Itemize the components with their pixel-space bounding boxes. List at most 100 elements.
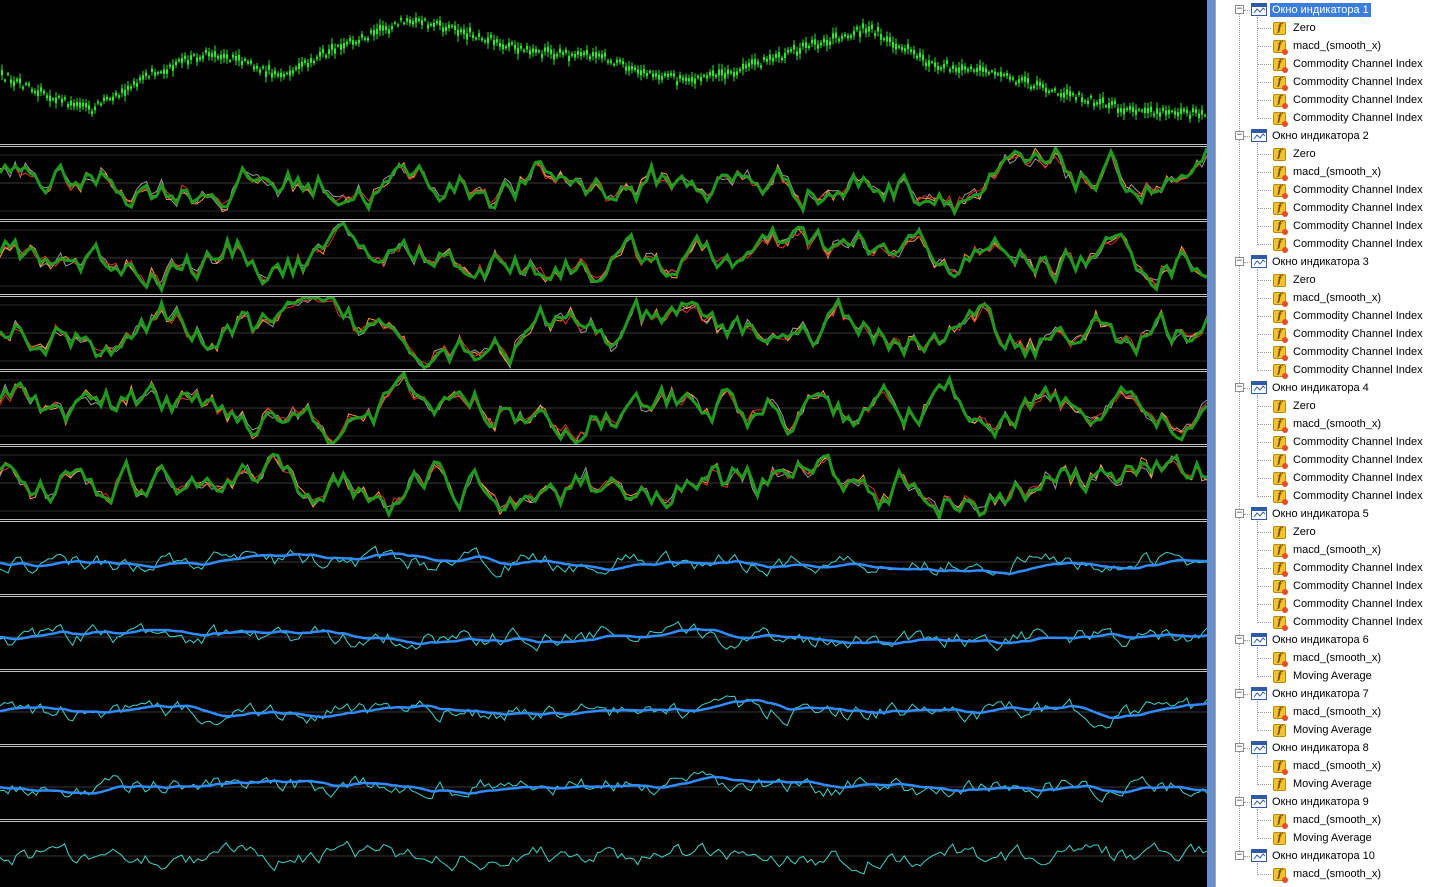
collapse-toggle[interactable]: −	[1235, 131, 1244, 140]
indicator-pane-6[interactable]	[0, 522, 1207, 594]
price-candle-body	[64, 97, 66, 100]
indicator-item-label[interactable]: Commodity Channel Index	[1291, 489, 1425, 503]
indicator-item-label[interactable]: Zero	[1291, 399, 1318, 413]
indicator-pane-4[interactable]	[0, 372, 1207, 444]
indicator-item-label[interactable]: Zero	[1291, 273, 1318, 287]
indicator-item-label[interactable]: Moving Average	[1291, 831, 1374, 845]
indicator-item-label[interactable]: macd_(smooth_x)	[1291, 165, 1383, 179]
indicator-item-label[interactable]: Zero	[1291, 147, 1318, 161]
collapse-toggle[interactable]: −	[1235, 743, 1244, 752]
price-candle-body	[847, 35, 849, 39]
indicator-pane-7[interactable]	[0, 597, 1207, 669]
indicator-window-label[interactable]: Окно индикатора 6	[1270, 633, 1371, 647]
price-candle-body	[883, 38, 885, 41]
price-candle-body	[13, 81, 15, 87]
indicator-pane-10[interactable]	[0, 822, 1207, 887]
indicator-item-label[interactable]: Commodity Channel Index	[1291, 93, 1425, 107]
indicator-function-icon: f	[1273, 760, 1288, 775]
price-candle-body	[4, 79, 6, 82]
indicator-window-label[interactable]: Окно индикатора 7	[1270, 687, 1371, 701]
price-candle-body	[1114, 100, 1116, 105]
indicator-window-icon	[1251, 381, 1267, 394]
price-candle-body	[91, 111, 93, 115]
indicator-window-label[interactable]: Окно индикатора 9	[1270, 795, 1371, 809]
indicator-pane-2[interactable]	[0, 222, 1207, 294]
indicator-item-label[interactable]: Commodity Channel Index	[1291, 615, 1425, 629]
price-candle-body	[1060, 93, 1062, 98]
price-candle-body	[1081, 97, 1083, 102]
indicator-item-label[interactable]: Zero	[1291, 21, 1318, 35]
indicator-window-icon	[1251, 3, 1267, 16]
indicator-pane-3[interactable]	[0, 297, 1207, 369]
indicator-item-label[interactable]: macd_(smooth_x)	[1291, 417, 1383, 431]
indicator-item-label[interactable]: Commodity Channel Index	[1291, 309, 1425, 323]
indicator-item-label[interactable]: macd_(smooth_x)	[1291, 39, 1383, 53]
price-candle-body	[856, 27, 858, 30]
indicator-item-label[interactable]: macd_(smooth_x)	[1291, 705, 1383, 719]
data-window-tree[interactable]: − Окно индикатора 1 f Zero f macd_(smooth_x) f…	[1215, 0, 1429, 887]
indicator-item-label[interactable]: Commodity Channel Index	[1291, 183, 1425, 197]
indicator-item-label[interactable]: Commodity Channel Index	[1291, 363, 1425, 377]
indicator-item-label[interactable]: Commodity Channel Index	[1291, 561, 1425, 575]
indicator-item-label[interactable]: macd_(smooth_x)	[1291, 759, 1383, 773]
price-candle-body	[478, 33, 480, 37]
indicator-window-label[interactable]: Окно индикатора 1	[1270, 3, 1371, 17]
collapse-toggle[interactable]: −	[1235, 851, 1244, 860]
collapse-toggle[interactable]: −	[1235, 509, 1244, 518]
indicator-window-label[interactable]: Окно индикатора 5	[1270, 507, 1371, 521]
indicator-item-label[interactable]: Moving Average	[1291, 723, 1374, 737]
indicator-item-label[interactable]: Moving Average	[1291, 669, 1374, 683]
indicator-item-label[interactable]: Commodity Channel Index	[1291, 237, 1425, 251]
tree-connector	[1244, 856, 1250, 857]
collapse-toggle[interactable]: −	[1235, 5, 1244, 14]
indicator-item-label[interactable]: Commodity Channel Index	[1291, 75, 1425, 89]
indicator-window-label[interactable]: Окно индикатора 2	[1270, 129, 1371, 143]
indicator-pane-9[interactable]	[0, 747, 1207, 819]
indicator-item-label[interactable]: macd_(smooth_x)	[1291, 651, 1383, 665]
indicator-item-label[interactable]: Commodity Channel Index	[1291, 327, 1425, 341]
collapse-toggle[interactable]: −	[1235, 257, 1244, 266]
indicator-item-label[interactable]: macd_(smooth_x)	[1291, 291, 1383, 305]
price-candle-body	[1012, 77, 1014, 80]
indicator-window-label[interactable]: Окно индикатора 4	[1270, 381, 1371, 395]
price-candle-body	[868, 26, 870, 32]
indicator-item-label[interactable]: macd_(smooth_x)	[1291, 543, 1383, 557]
indicator-item-label[interactable]: Commodity Channel Index	[1291, 111, 1425, 125]
indicator-item-label[interactable]: Commodity Channel Index	[1291, 219, 1425, 233]
price-candle-body	[109, 98, 111, 100]
indicator-pane-1[interactable]	[0, 147, 1207, 219]
collapse-toggle[interactable]: −	[1235, 689, 1244, 698]
chart-area[interactable]	[0, 0, 1207, 887]
panel-splitter[interactable]	[1207, 0, 1215, 887]
indicator-item-label[interactable]: Commodity Channel Index	[1291, 345, 1425, 359]
indicator-item-label[interactable]: macd_(smooth_x)	[1291, 813, 1383, 827]
indicator-item-label[interactable]: Commodity Channel Index	[1291, 597, 1425, 611]
collapse-toggle[interactable]: −	[1235, 383, 1244, 392]
price-candle-body	[199, 57, 201, 60]
indicator-item-label[interactable]: Commodity Channel Index	[1291, 435, 1425, 449]
price-candle-body	[658, 74, 660, 80]
indicator-item-label[interactable]: Commodity Channel Index	[1291, 57, 1425, 71]
main-price-pane[interactable]	[0, 0, 1207, 144]
indicator-pane-5[interactable]	[0, 447, 1207, 519]
tree-connector	[1257, 370, 1271, 371]
indicator-window-label[interactable]: Окно индикатора 10	[1270, 849, 1377, 863]
indicator-item-label[interactable]: Moving Average	[1291, 777, 1374, 791]
indicator-item-label[interactable]: Commodity Channel Index	[1291, 453, 1425, 467]
indicator-item-label[interactable]: Zero	[1291, 525, 1318, 539]
price-candle-body	[280, 72, 282, 78]
price-candle-body	[499, 42, 501, 47]
price-candle-body	[607, 60, 609, 63]
indicator-pane-8[interactable]	[0, 672, 1207, 744]
price-candle-body	[523, 49, 525, 52]
indicator-item-label[interactable]: Commodity Channel Index	[1291, 201, 1425, 215]
indicator-item-label[interactable]: Commodity Channel Index	[1291, 579, 1425, 593]
collapse-toggle[interactable]: −	[1235, 635, 1244, 644]
collapse-toggle[interactable]: −	[1235, 797, 1244, 806]
indicator-item-label[interactable]: Commodity Channel Index	[1291, 471, 1425, 485]
indicator-item-label[interactable]: macd_(smooth_x)	[1291, 867, 1383, 881]
cci-line-gray	[0, 376, 1207, 444]
indicator-window-label[interactable]: Окно индикатора 8	[1270, 741, 1371, 755]
indicator-window-label[interactable]: Окно индикатора 3	[1270, 255, 1371, 269]
price-candle-body	[673, 73, 675, 77]
